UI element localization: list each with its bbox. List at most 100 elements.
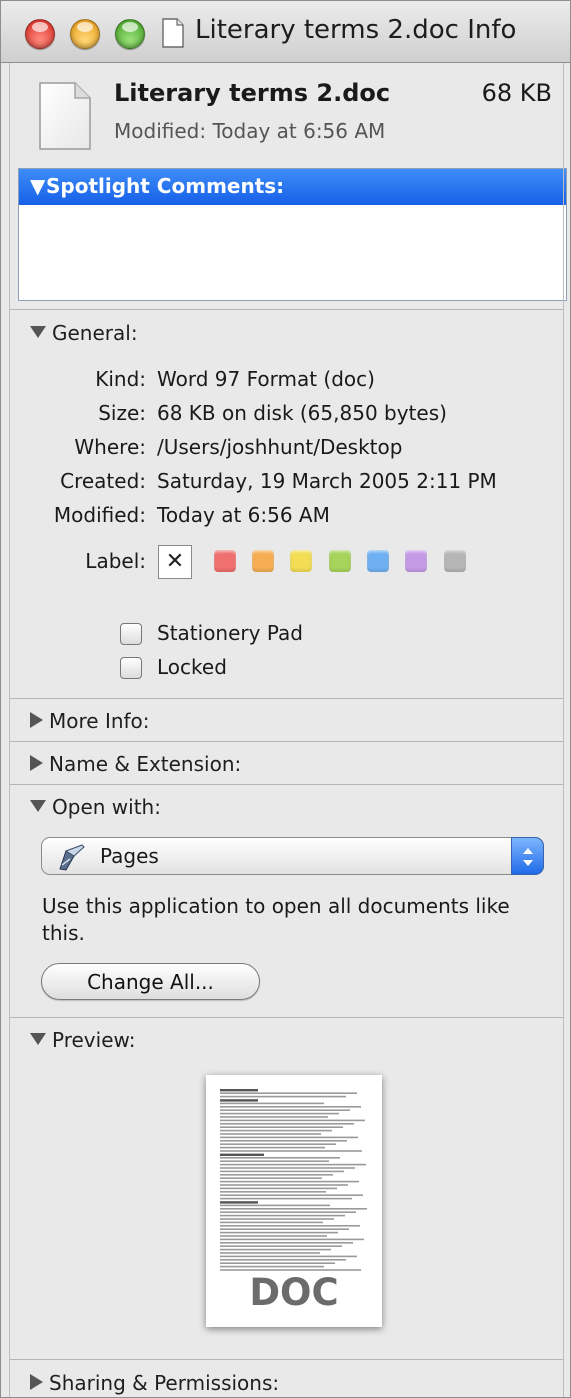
pages-app-icon <box>59 844 85 871</box>
modified-label: Modified: <box>53 503 146 527</box>
disclosure-triangle-icon[interactable] <box>30 712 43 728</box>
label-none-button[interactable]: ✕ <box>158 545 192 579</box>
zoom-button[interactable] <box>115 19 145 49</box>
preview-text-line <box>220 1248 331 1251</box>
preview-text-line <box>220 1102 324 1105</box>
locked-label[interactable]: Locked <box>157 655 227 679</box>
disclosure-triangle-icon[interactable] <box>30 326 46 338</box>
open-with-section-header[interactable]: Open with: <box>30 795 161 819</box>
preview-text-line <box>220 1153 264 1156</box>
preview-text-line <box>220 1225 360 1227</box>
disclosure-triangle-icon[interactable]: ▼ <box>30 174 46 198</box>
info-window: Literary terms 2.doc Info Literary terms… <box>0 0 571 1398</box>
where-value: /Users/joshhunt/Desktop <box>157 435 403 459</box>
document-icon[interactable] <box>162 18 184 48</box>
preview-text-line <box>220 1238 364 1241</box>
where-label: Where: <box>74 435 146 459</box>
preview-heading: Preview: <box>52 1028 136 1052</box>
kind-label: Kind: <box>95 367 146 391</box>
section-divider <box>10 309 563 310</box>
window-title: Literary terms 2.doc Info <box>195 15 517 45</box>
preview-text-line <box>220 1201 258 1204</box>
preview-text-line <box>220 1255 357 1258</box>
section-divider <box>10 698 563 699</box>
preview-section-header[interactable]: Preview: <box>30 1028 136 1052</box>
more-info-heading: More Info: <box>49 709 150 733</box>
disclosure-triangle-icon[interactable] <box>30 800 46 812</box>
preview-text-line <box>220 1208 367 1210</box>
preview-text-line <box>220 1170 344 1173</box>
label-caption: Label: <box>85 549 146 573</box>
stationery-pad-checkbox[interactable] <box>120 623 142 645</box>
document-text-lines <box>220 1089 367 1271</box>
label-yellow-swatch[interactable] <box>290 550 312 572</box>
close-button[interactable] <box>25 19 55 49</box>
more-info-section-header[interactable]: More Info: <box>30 709 150 733</box>
file-size: 68 KB <box>481 79 552 107</box>
preview-text-line <box>220 1231 338 1234</box>
disclosure-triangle-icon[interactable] <box>30 1033 46 1045</box>
label-orange-swatch[interactable] <box>252 550 274 572</box>
locked-checkbox[interactable] <box>120 657 142 679</box>
preview-text-line <box>220 1163 366 1166</box>
sharing-permissions-heading: Sharing & Permissions: <box>49 1371 280 1395</box>
preview-text-line <box>220 1259 346 1261</box>
sharing-permissions-section-header[interactable]: Sharing & Permissions: <box>30 1371 279 1395</box>
preview-text-line <box>220 1143 336 1145</box>
label-blue-swatch[interactable] <box>367 550 389 572</box>
spotlight-comments-field[interactable] <box>19 205 566 300</box>
modified-value: Today at 6:56 AM <box>157 503 330 527</box>
preview-text-line <box>220 1242 353 1244</box>
open-with-help-text: Use this application to open all documen… <box>42 894 510 945</box>
application-popup[interactable]: Pages <box>41 837 544 875</box>
preview-text-line <box>220 1177 322 1179</box>
preview-text-line <box>220 1218 334 1220</box>
preview-text-line <box>220 1119 365 1122</box>
preview-text-line <box>220 1116 328 1118</box>
preview-text-line <box>220 1221 323 1224</box>
disclosure-triangle-icon[interactable] <box>30 755 43 771</box>
doc-badge: DOC <box>249 1271 339 1314</box>
preview-text-line <box>220 1180 359 1183</box>
title-bar[interactable]: Literary terms 2.doc Info <box>1 1 570 63</box>
disclosure-triangle-icon[interactable] <box>30 1374 43 1390</box>
preview-text-line <box>220 1160 329 1162</box>
application-name: Pages <box>100 844 159 868</box>
minimize-button[interactable] <box>70 19 100 49</box>
preview-text-line <box>220 1204 330 1207</box>
spotlight-comments-header[interactable]: ▼Spotlight Comments: <box>19 169 566 205</box>
right-rule <box>563 63 564 1397</box>
section-divider <box>10 1017 563 1018</box>
label-purple-swatch[interactable] <box>405 550 427 572</box>
preview-text-line <box>220 1089 258 1092</box>
name-extension-heading: Name & Extension: <box>49 752 242 776</box>
preview-text-line <box>220 1187 337 1190</box>
label-gray-swatch[interactable] <box>444 550 466 572</box>
change-all-button[interactable]: Change All... <box>41 963 260 1000</box>
created-label: Created: <box>60 469 146 493</box>
preview-text-line <box>220 1262 335 1264</box>
name-extension-section-header[interactable]: Name & Extension: <box>30 752 241 776</box>
general-section-header[interactable]: General: <box>30 321 138 345</box>
document-preview: DOC <box>206 1075 382 1327</box>
size-label: Size: <box>98 401 146 425</box>
preview-text-line <box>220 1099 258 1102</box>
preview-text-line <box>220 1211 356 1213</box>
document-icon <box>39 82 91 150</box>
label-red-swatch[interactable] <box>214 550 236 572</box>
preview-text-line <box>220 1112 339 1115</box>
stationery-pad-label[interactable]: Stationery Pad <box>157 621 303 645</box>
spotlight-comments-heading: Spotlight Comments: <box>46 174 285 198</box>
preview-text-line <box>220 1235 327 1237</box>
spotlight-comments-panel: ▼Spotlight Comments: <box>18 168 567 301</box>
preview-text-line <box>220 1150 362 1152</box>
created-value: Saturday, 19 March 2005 2:11 PM <box>157 469 497 493</box>
preview-text-line <box>220 1126 343 1128</box>
label-green-swatch[interactable] <box>329 550 351 572</box>
size-value: 68 KB on disk (65,850 bytes) <box>157 401 447 425</box>
preview-text-line <box>220 1133 321 1135</box>
preview-text-line <box>220 1252 320 1254</box>
preview-text-line <box>220 1106 361 1108</box>
preview-text-line <box>220 1194 363 1196</box>
popup-arrows-icon[interactable] <box>511 837 544 875</box>
